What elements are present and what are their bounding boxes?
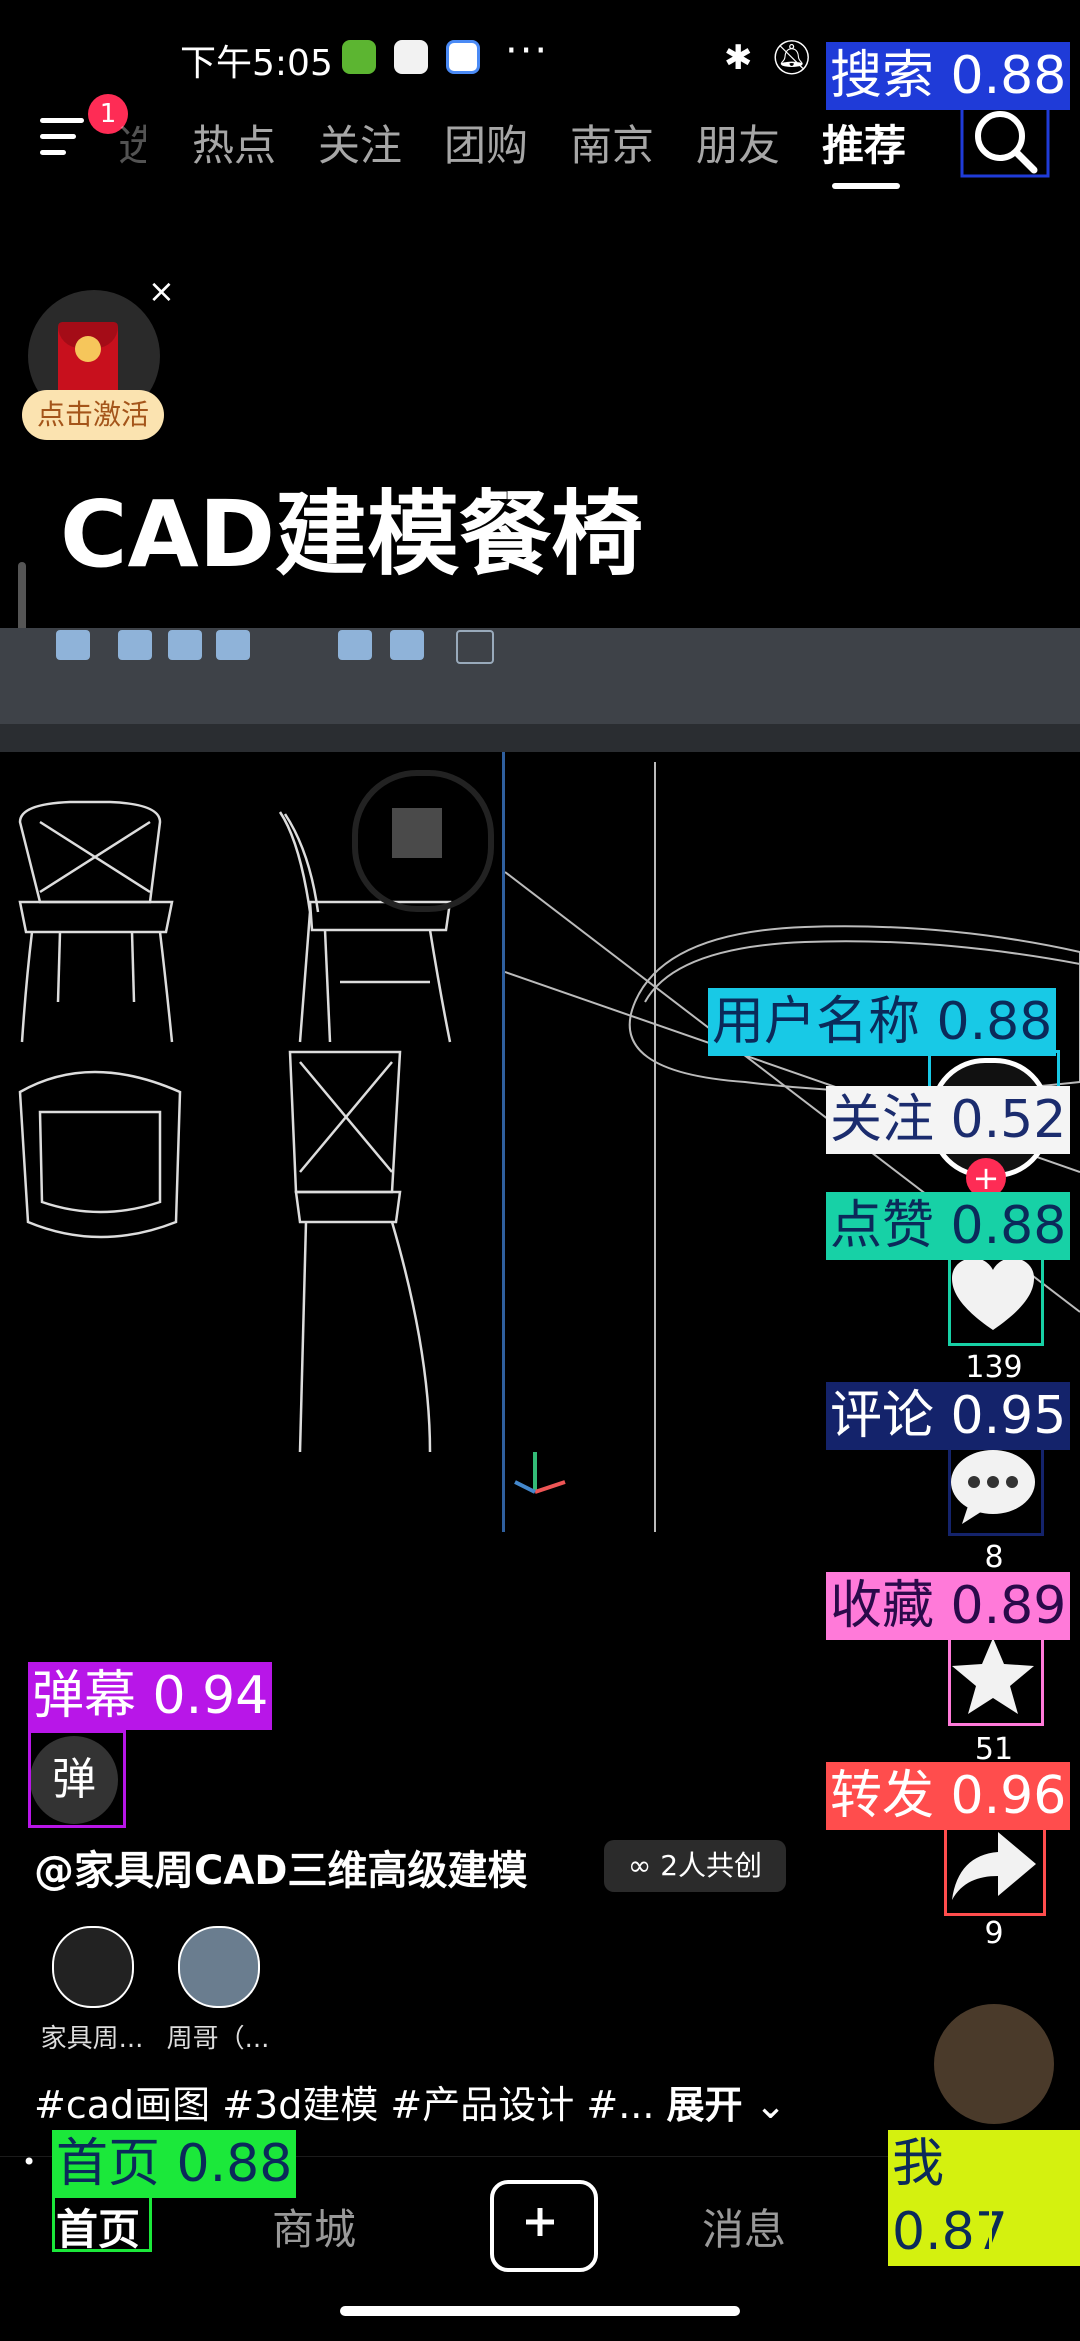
more-status-icon: ··· (505, 28, 550, 74)
annotation-comment: 评论 0.95 (826, 1382, 1071, 1450)
cocreator-avatar[interactable] (178, 1926, 260, 2008)
plus-icon (526, 2208, 554, 2236)
author-name[interactable]: @家具周CAD三维高级建模 (34, 1838, 528, 1896)
red-packet-label[interactable]: 点击激活 (22, 390, 164, 440)
bluetooth-icon: ✱ (724, 38, 753, 78)
menu-icon[interactable] (40, 118, 90, 158)
cocreator-name[interactable]: 周哥（... (148, 2018, 288, 2055)
tab-groupbuy[interactable]: 团购 (444, 112, 528, 173)
active-tab-indicator (832, 183, 900, 189)
hashtags[interactable]: #cad画图 #3d建模 #产品设计 #... 展开 ⌄ (34, 2074, 786, 2129)
annotation-username: 用户名称 0.88 (708, 988, 1057, 1056)
app-icon (446, 40, 480, 74)
tab-recommend[interactable]: 推荐 (822, 112, 906, 173)
music-disc-avatar[interactable] (934, 2004, 1054, 2124)
search-icon[interactable] (960, 102, 1050, 178)
tab-nanjing[interactable]: 南京 (570, 112, 654, 173)
tab-following[interactable]: 关注 (318, 112, 402, 173)
annotation-follow: 关注 0.52 (826, 1086, 1071, 1154)
link-icon: ∞ (627, 1849, 661, 1882)
cocreate-badge[interactable]: ∞ 2人共创 (604, 1840, 786, 1892)
annotation-like: 点赞 0.88 (826, 1192, 1071, 1260)
like-count: 139 (965, 1350, 1023, 1385)
share-count: 9 (984, 1916, 1004, 1951)
cocreator-avatar[interactable] (52, 1926, 134, 2008)
home-indicator (340, 2306, 740, 2316)
nav-mall[interactable]: 商城 (272, 2196, 356, 2257)
app58-icon (394, 40, 428, 74)
create-button[interactable] (490, 2180, 598, 2272)
close-icon[interactable]: × (148, 272, 175, 310)
tab-friends[interactable]: 朋友 (696, 112, 780, 173)
wechat-icon (342, 40, 376, 74)
nav-messages[interactable]: 消息 (702, 2196, 786, 2257)
annotation-search: 搜索 0.88 (826, 42, 1071, 110)
annotation-favorite: 收藏 0.89 (826, 1572, 1071, 1640)
mute-icon: 🔕︎ (770, 38, 814, 78)
cocreator-name[interactable]: 家具周... (22, 2018, 162, 2055)
tab-hot[interactable]: 热点 (192, 112, 276, 173)
cad-toolbar (0, 628, 1080, 724)
annotation-share: 转发 0.96 (826, 1762, 1071, 1830)
annotation-home: 首页 0.88 (52, 2130, 297, 2198)
comment-count: 8 (984, 1540, 1004, 1575)
status-time: 下午5:05 (180, 43, 333, 84)
tab-partial[interactable]: 选 (118, 112, 146, 173)
annotation-danmaku: 弹幕 0.94 (28, 1662, 273, 1730)
chevron-down-icon: ⌄ (754, 2083, 787, 2127)
expand-link[interactable]: 展开 (667, 2083, 743, 2127)
video-title: CAD建模餐椅 (60, 481, 644, 588)
